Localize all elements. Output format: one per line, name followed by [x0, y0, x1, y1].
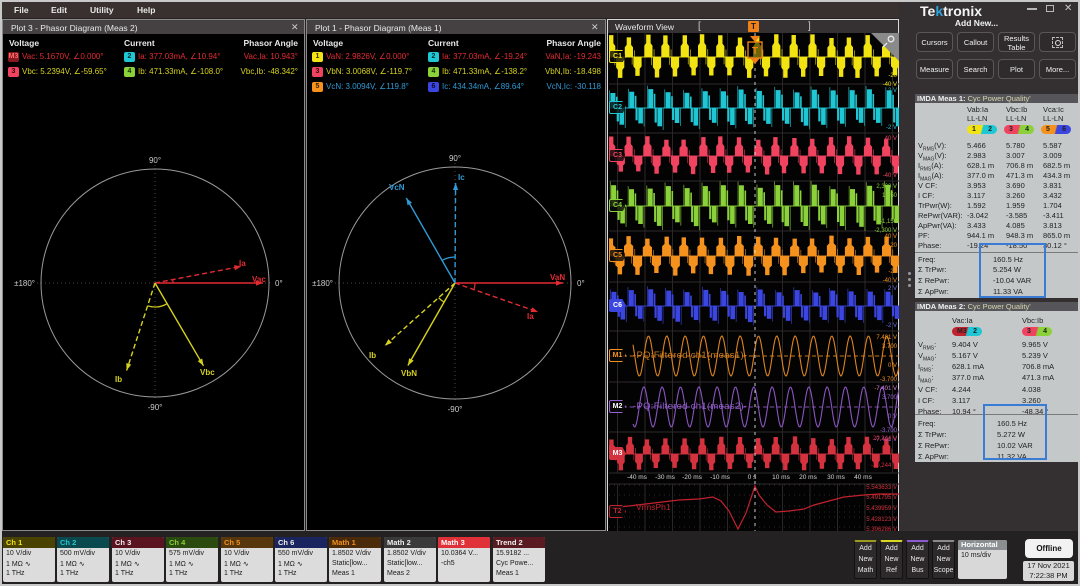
svg-text:±180°: ±180° [14, 279, 35, 288]
svg-text:T: T [752, 46, 758, 57]
svg-text:0°: 0° [275, 279, 283, 288]
svg-text:-90°: -90° [448, 405, 463, 414]
svg-text:VaN: VaN [550, 273, 565, 282]
svg-text:Ic: Ic [458, 173, 465, 182]
svg-text:90°: 90° [449, 154, 461, 163]
svg-text:Ib: Ib [369, 351, 376, 360]
svg-text:0°: 0° [577, 279, 585, 288]
svg-text:-90°: -90° [148, 403, 163, 412]
svg-text:Vbc: Vbc [200, 368, 215, 377]
svg-text:VbN: VbN [401, 369, 417, 378]
svg-text:Vac: Vac [252, 275, 266, 284]
svg-text:Ib: Ib [115, 375, 122, 384]
svg-text:±180°: ±180° [312, 279, 333, 288]
svg-text:VcN: VcN [389, 183, 405, 192]
svg-text:Ia: Ia [239, 259, 246, 268]
svg-text:90°: 90° [149, 156, 161, 165]
svg-text:Ia: Ia [527, 312, 534, 321]
